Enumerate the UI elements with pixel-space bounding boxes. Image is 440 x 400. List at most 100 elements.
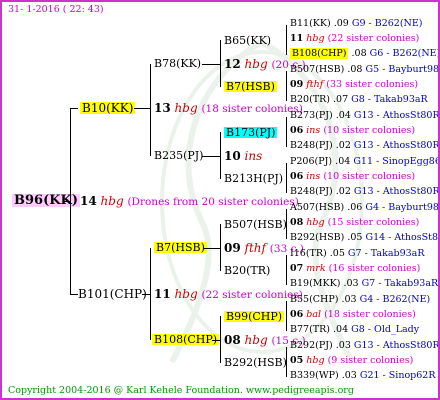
right-row: B55(CHP) .03 G4 - B262(NE) [290, 295, 430, 305]
generation-source: G8 - Takab93aR [351, 94, 428, 105]
right-row: 11 hbg (22 sister colonies) [290, 34, 419, 44]
inbreeding-value: .05 [347, 232, 363, 243]
gen1-drone-count: 14 [80, 194, 97, 208]
drone-symbol: hbg [306, 217, 325, 228]
right-row: B11(KK) .09 G9 - B262(NE) [290, 19, 423, 29]
drone-count: 07 [290, 263, 304, 274]
right-row: 09 fthf (33 sister colonies) [290, 80, 418, 90]
drone-text: (33 sister colonies) [326, 79, 419, 90]
queen-id: B55(CHP) [290, 294, 339, 305]
inbreeding-value: .04 [335, 110, 351, 121]
drone-symbol: ins [306, 171, 321, 182]
drone-text: (10 sister colonies) [323, 171, 416, 182]
queen-id: P206(PJ) [290, 156, 333, 167]
queen-b7-hsb-2: B7(HSB) [224, 80, 277, 93]
connector [202, 64, 221, 65]
inbreeding-value: .02 [335, 140, 351, 151]
queen-id: B248(PJ) [290, 186, 333, 197]
drone-symbol: hbg [306, 355, 325, 366]
inbreeding-value: .03 [341, 294, 357, 305]
queen-b173: B173(PJ) [224, 126, 278, 139]
drone-symbol: hbg [174, 101, 198, 115]
drone-count: 06 [290, 171, 304, 182]
connector [286, 255, 287, 285]
queen-id: B339(WP) [290, 370, 339, 381]
inbreeding-value: .08 [347, 64, 363, 75]
right-row: B339(WP) .03 G21 - Sinop62R [290, 371, 436, 381]
generation-source: G11 - SinopEgg86R [353, 156, 440, 167]
connector [286, 25, 287, 55]
generation-source: G7 - Takab93aR [361, 278, 439, 289]
inbreeding-value: .04 [335, 156, 351, 167]
generation-source: G9 - B262(NE) [351, 18, 423, 29]
right-row: B292(PJ) .03 G13 - AthosSt80R [290, 340, 438, 351]
queen-b101: B101(CHP) [78, 287, 147, 301]
connector [204, 248, 221, 249]
queen-b292: B292(HSB) [224, 356, 287, 369]
queen-b235: B235(PJ) [154, 149, 204, 162]
right-row: 06 bal (18 sister colonies) [290, 310, 416, 320]
right-row: P206(PJ) .04 G11 - SinopEgg86R [290, 156, 440, 167]
generation-source: G13 - AthosSt80R [353, 140, 440, 151]
queen-id: I16(TR) [290, 248, 327, 259]
queen-b213: B213H(PJ) [224, 172, 284, 185]
right-row: 05 hbg (9 sister colonies) [290, 356, 413, 366]
connector [286, 163, 287, 193]
drone-symbol: hbg [244, 333, 268, 347]
queen-b99: B99(CHP) [224, 310, 285, 323]
generation-source: G6 - B262(NE) [369, 48, 440, 59]
queen-b507: B507(HSB) [224, 218, 287, 231]
inbreeding-value: .03 [335, 340, 351, 351]
queen-id: B507(HSB) [290, 64, 345, 75]
inbreeding-value: .04 [333, 324, 349, 335]
right-row: B20(TR) .07 G8 - Takab93aR [290, 95, 428, 105]
drone-count: 13 [154, 101, 171, 115]
drone-count: 11 [154, 287, 171, 301]
right-row: B19(MKK) .03 G7 - Takab93aR [290, 279, 438, 289]
connector [70, 108, 78, 109]
footer-copyright: Copyright 2004-2016 @ Karl Kehele Founda… [8, 384, 354, 396]
queen-b78: B78(KK) [154, 57, 202, 70]
gen2-drones-13: 13 hbg (18 sister colonies) [154, 102, 303, 115]
generation-source: G8 - Old_Lady [351, 324, 420, 335]
drone-text: (9 sister colonies) [327, 355, 414, 366]
drone-symbol: hbg [306, 33, 325, 44]
queen-id: B273(PJ) [290, 110, 333, 121]
drone-symbol: fthf [244, 241, 266, 255]
drone-count: 06 [290, 309, 304, 320]
drone-text: (22 sister colonies) [201, 289, 303, 301]
drone-text: (22 sister colonies) [327, 33, 420, 44]
connector [212, 340, 221, 341]
connector [286, 209, 287, 239]
inbreeding-value: .02 [335, 186, 351, 197]
drone-count: 06 [290, 125, 304, 136]
inbreeding-value: .05 [329, 248, 345, 259]
queen-b65: B65(KK) [224, 34, 272, 47]
inbreeding-value: .09 [333, 18, 349, 29]
date-header: 31- 1-2016 ( 22: 43) [8, 4, 104, 15]
generation-source: G4 - B262(NE) [359, 294, 431, 305]
gen1-drone-symbol: hbg [100, 194, 124, 208]
right-row: 06 ins (10 sister colonies) [290, 172, 415, 182]
queen-id: B108(CHP) [290, 48, 349, 59]
right-row: B248(PJ) .02 G13 - AthosSt80R [290, 140, 440, 151]
drone-text: (10 sister colonies) [323, 125, 416, 136]
connector [64, 201, 71, 202]
gen3-drones-10: 10 ins [224, 150, 262, 162]
connector [286, 117, 287, 147]
generation-source: G13 - AthosSt80R [353, 186, 440, 197]
inbreeding-value: .03 [341, 370, 357, 381]
drone-symbol: mrk [306, 263, 326, 274]
connector [134, 108, 151, 109]
inbreeding-value: .08 [351, 48, 367, 59]
queen-id: B292(PJ) [290, 340, 333, 351]
queen-id: B11(KK) [290, 18, 331, 29]
connector [150, 64, 151, 156]
gen1-drones: 14 hbg (Drones from 20 sister colonies) [80, 195, 299, 208]
drone-text: (18 sister colonies) [324, 309, 416, 320]
gen1-drone-text: (Drones from 20 sister colonies) [127, 196, 299, 208]
connector [202, 156, 221, 157]
right-row: B248(PJ) .02 G13 - AthosSt80R [290, 186, 440, 197]
right-row: B292(HSB) .05 G14 - AthosSt80R [290, 232, 438, 243]
drone-count: 09 [224, 241, 241, 255]
